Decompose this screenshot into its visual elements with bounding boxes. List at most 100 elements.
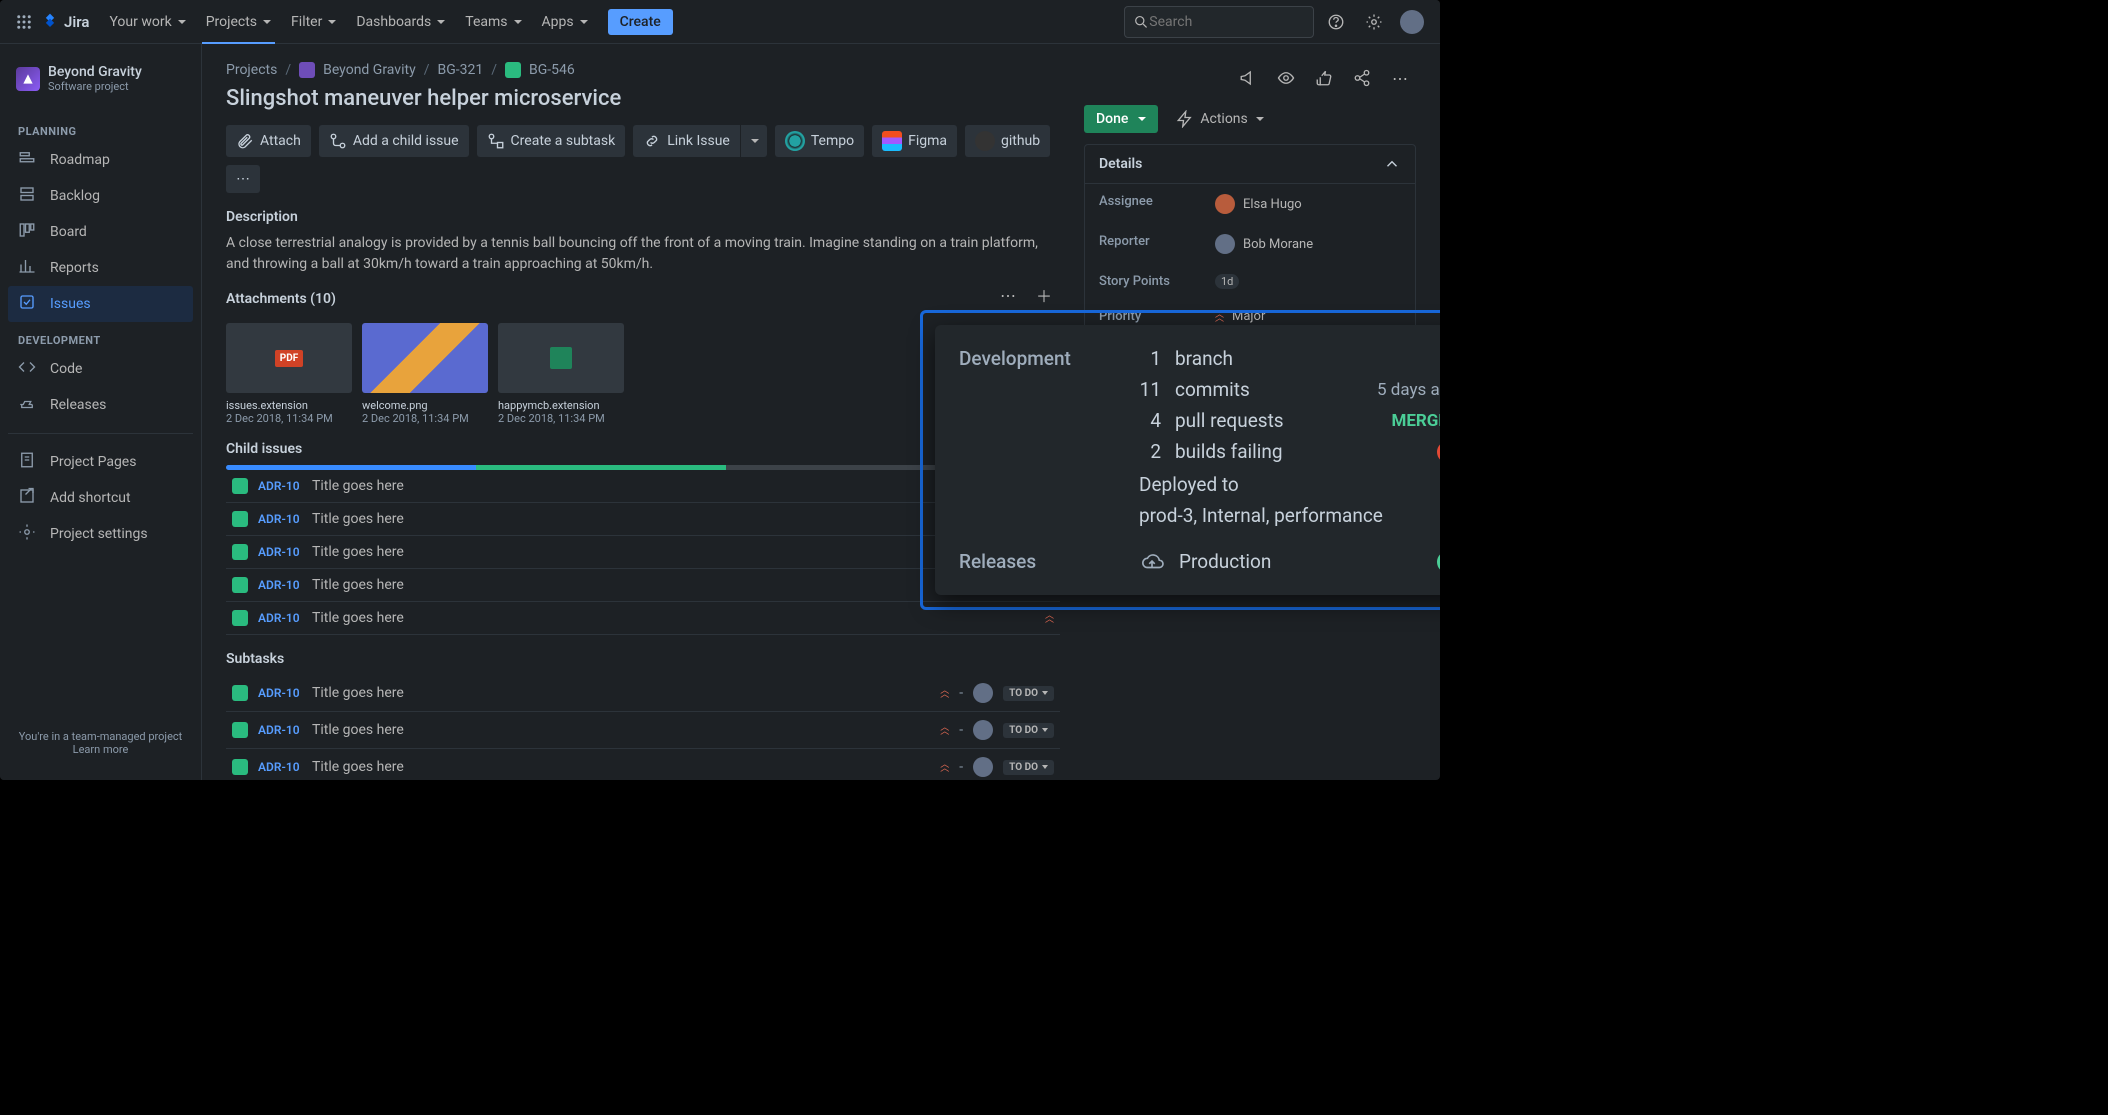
dev-branch-link[interactable]: 1branch [1139,347,1440,370]
jira-logo-text: Jira [64,13,89,31]
search-box[interactable] [1124,6,1314,38]
avatar-icon [1215,234,1235,254]
dev-builds-link[interactable]: 2builds failing✕ [1139,440,1440,463]
breadcrumb-projects[interactable]: Projects [226,62,277,78]
add-child-button[interactable]: Add a child issue [319,125,469,157]
attach-button[interactable]: Attach [226,125,311,157]
chevron-down-icon [178,20,186,24]
issue-key[interactable]: ADR-10 [258,578,302,592]
attachment-card[interactable]: happymcb.extension 2 Dec 2018, 11:34 PM [498,323,624,425]
deployed-envs[interactable]: prod-3, Internal, performance [1139,502,1440,531]
storypoints-value[interactable]: 1d [1215,274,1239,289]
create-subtask-button[interactable]: Create a subtask [477,125,626,157]
reporter-value[interactable]: Bob Morane [1215,234,1313,254]
assignee-avatar[interactable] [973,757,993,777]
tempo-icon [785,131,805,151]
search-input[interactable] [1149,14,1305,30]
nav-teams[interactable]: Teams [457,7,529,37]
sidebar-item-roadmap[interactable]: Roadmap [8,142,193,178]
issue-key[interactable]: ADR-10 [258,479,302,493]
sidebar-item-code[interactable]: Code [8,351,193,387]
issue-key[interactable]: ADR-10 [258,545,302,559]
assignee-avatar[interactable] [973,683,993,703]
nav-projects[interactable]: Projects [198,7,279,37]
chevron-down-icon [328,20,336,24]
sidebar-item-backlog[interactable]: Backlog [8,178,193,214]
issue-key[interactable]: ADR-10 [258,686,302,700]
subtask-row[interactable]: ADR-10Title goes here︿︿-TO DO [226,712,1060,749]
build-fail-icon: ✕ [1437,441,1440,463]
description-text: A close terrestrial analogy is provided … [226,233,1060,275]
jira-logo[interactable]: Jira [40,12,89,32]
dev-commits-link[interactable]: 11commits5 days ago [1139,378,1440,401]
figma-icon [882,131,902,151]
figma-app-button[interactable]: Figma [872,125,957,157]
tempo-app-button[interactable]: Tempo [775,125,864,157]
issue-key[interactable]: ADR-10 [258,611,302,625]
github-app-button[interactable]: github [965,125,1050,157]
status-button[interactable]: Done [1084,105,1158,133]
sidebar-item-reports[interactable]: Reports [8,250,193,286]
issue-key[interactable]: ADR-10 [258,723,302,737]
story-type-icon [232,722,248,738]
sidebar-item-board[interactable]: Board [8,214,193,250]
subtask-row[interactable]: ADR-10Title goes here︿︿-TO DO [226,749,1060,780]
project-icon [299,62,315,78]
sidebar-item-settings[interactable]: Project settings [8,516,193,552]
priority-icon: ︿︿ [940,763,949,771]
settings-icon[interactable] [1358,6,1390,38]
assignee-value[interactable]: Elsa Hugo [1215,194,1302,214]
nav-filter[interactable]: Filter [283,7,344,37]
avatar-icon [1215,194,1235,214]
add-attachment-icon[interactable]: ＋ [1028,279,1060,311]
issue-key[interactable]: ADR-10 [258,512,302,526]
assignee-avatar[interactable] [973,720,993,740]
status-dropdown[interactable]: TO DO [1003,760,1054,775]
merged-badge: MERGED [1391,411,1440,431]
more-actions-icon[interactable]: ⋯ [1384,62,1416,94]
status-dropdown[interactable]: TO DO [1003,723,1054,738]
nav-your-work[interactable]: Your work [101,7,193,37]
subtasks-heading: Subtasks [226,651,1060,667]
actions-button[interactable]: Actions [1166,104,1273,134]
sidebar-item-releases[interactable]: Releases [8,387,193,423]
watch-icon[interactable] [1270,62,1302,94]
priority-icon: ︿︿ [1045,614,1054,622]
nav-dashboards[interactable]: Dashboards [348,7,453,37]
status-dropdown[interactable]: TO DO [1003,686,1054,701]
breadcrumb-project[interactable]: Beyond Gravity [323,62,416,78]
attachment-card[interactable]: welcome.png 2 Dec 2018, 11:34 PM [362,323,488,425]
feedback-icon[interactable] [1232,62,1264,94]
project-header[interactable]: Beyond Gravity Software project [8,60,193,97]
sidebar-item-pages[interactable]: Project Pages [8,444,193,480]
app-switcher-icon[interactable] [12,10,36,34]
attachments-more-icon[interactable]: ⋯ [992,279,1024,311]
more-apps-button[interactable]: ⋯ [226,165,260,193]
search-icon [1133,13,1149,31]
link-issue-button[interactable]: Link Issue [633,125,740,157]
profile-avatar[interactable] [1396,6,1428,38]
release-link[interactable]: Production ✓ [1139,550,1440,573]
priority-icon: ︿︿ [940,726,949,734]
breadcrumb-epic[interactable]: BG-321 [437,62,483,78]
subtask-row[interactable]: ADR-10Title goes here︿︿-TO DO [226,675,1060,712]
sidebar-footer-link[interactable]: Learn more [16,743,185,756]
issue-title: Title goes here [312,685,930,701]
create-button[interactable]: Create [608,9,673,35]
attachment-card[interactable]: PDF issues.extension 2 Dec 2018, 11:34 P… [226,323,352,425]
breadcrumb-issue[interactable]: BG-546 [529,62,575,78]
vote-icon[interactable] [1308,62,1340,94]
nav-apps[interactable]: Apps [534,7,596,37]
help-icon[interactable] [1320,6,1352,38]
sidebar-item-issues[interactable]: Issues [8,286,193,322]
dev-pullrequests-link[interactable]: 4pull requestsMERGED [1139,409,1440,432]
project-type: Software project [48,80,142,93]
sidebar-item-shortcut[interactable]: Add shortcut [8,480,193,516]
chevron-up-icon [1383,155,1401,173]
details-header[interactable]: Details [1085,145,1415,184]
chevron-down-icon [437,20,445,24]
link-issue-dropdown[interactable] [740,125,767,157]
story-type-icon [232,685,248,701]
share-icon[interactable] [1346,62,1378,94]
issue-key[interactable]: ADR-10 [258,760,302,774]
